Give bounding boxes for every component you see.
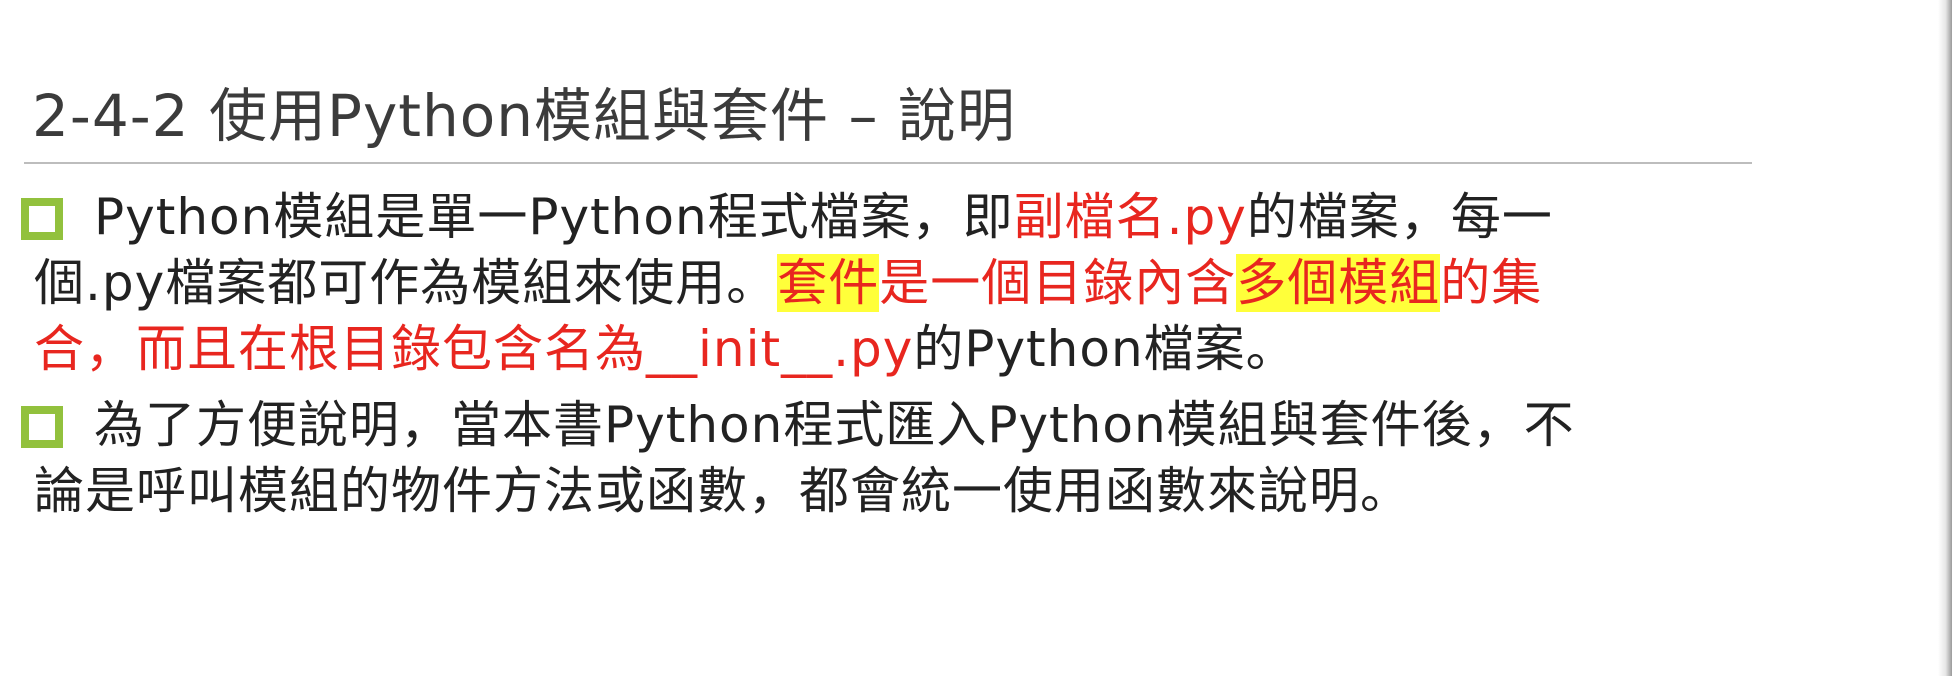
bullet-2-line-2: 論是呼叫模組的物件方法或函數，都會統一使用函數來說明。	[34, 462, 1411, 520]
red-text-segment: 的集	[1440, 254, 1543, 312]
hollow-square-bullet-icon	[21, 406, 63, 448]
title-divider	[24, 162, 1752, 164]
bullet-1-line-1: Python模組是單一Python程式檔案，即副檔名.py的檔案，每一	[94, 188, 1553, 246]
hollow-square-bullet-icon	[21, 198, 63, 240]
bullet-2-line-1: 為了方便說明，當本書Python程式匯入Python模組與套件後，不	[94, 396, 1575, 454]
bullet-2-text: 為了方便說明，當本書Python程式匯入Python模組與套件後，不 論是呼叫模…	[26, 392, 1866, 524]
bullet-item-2: 為了方便說明，當本書Python程式匯入Python模組與套件後，不 論是呼叫模…	[21, 392, 1866, 524]
slide: 2-4-2 使用Python模組與套件 – 說明 Python模組是單一Pyth…	[0, 0, 1952, 676]
highlighted-red-text-segment: 套件	[777, 254, 880, 312]
bullet-1-line-3: 合，而且在根目錄包含名為__init__.py的Python檔案。	[34, 316, 1866, 382]
highlighted-red-text-segment: 多個模組	[1236, 254, 1441, 312]
bullet-item-1: Python模組是單一Python程式檔案，即副檔名.py的檔案，每一 個.py…	[21, 184, 1866, 382]
slide-title: 2-4-2 使用Python模組與套件 – 說明	[32, 82, 1016, 150]
bullet-1-line-2: 個.py檔案都可作為模組來使用。套件是一個目錄內含多個模組的集	[34, 250, 1866, 316]
slide-edge-shadow	[1938, 0, 1952, 676]
text-segment: 的檔案，每一	[1246, 188, 1553, 246]
red-text-segment: 合，而且在根目錄包含名為__init__.py	[34, 320, 914, 378]
text-segment: 個.py檔案都可作為模組來使用。	[34, 254, 778, 312]
bullet-1-text: Python模組是單一Python程式檔案，即副檔名.py的檔案，每一 個.py…	[26, 184, 1866, 382]
text-segment: 的Python檔案。	[913, 320, 1297, 378]
red-text-segment: 副檔名.py	[1013, 188, 1247, 246]
red-text-segment: 是一個目錄內含	[879, 254, 1237, 312]
text-segment: Python模組是單一Python程式檔案，即	[94, 188, 1014, 246]
